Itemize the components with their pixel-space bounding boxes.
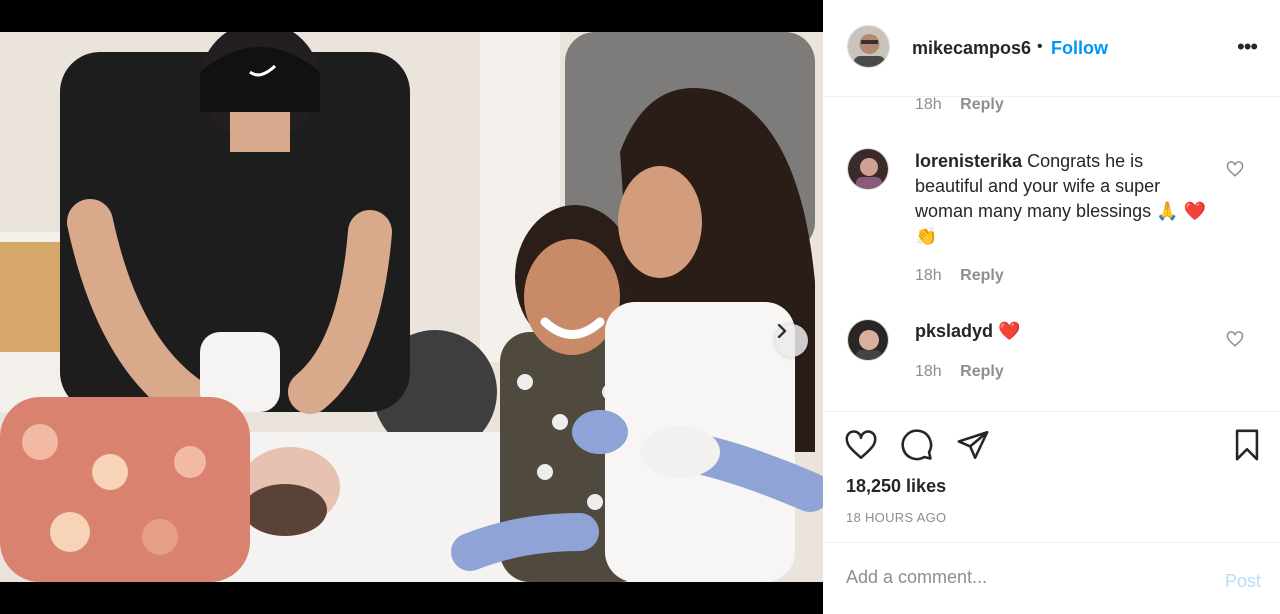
comment-body: pksladyd ❤️: [915, 319, 1215, 344]
post-viewer: mikecampos6 • Follow ••• 18h Reply loren…: [0, 0, 1280, 614]
reply-button[interactable]: Reply: [960, 267, 1004, 284]
commenter-avatar[interactable]: [847, 319, 889, 361]
likes-count[interactable]: 18,250 likes: [846, 476, 946, 497]
next-slide-button[interactable]: [775, 324, 808, 357]
post-actions: 18,250 likes 18 HOURS AGO: [823, 411, 1280, 541]
heart-icon[interactable]: [844, 428, 878, 462]
comment-body: lorenisterika Congrats he is beautiful a…: [915, 149, 1215, 249]
comment-time: 18h: [915, 267, 942, 284]
photo-panel: [0, 0, 823, 614]
comment-bubble-icon[interactable]: [900, 428, 934, 462]
post-comment-button[interactable]: Post: [1225, 571, 1261, 592]
post-sidebar: mikecampos6 • Follow ••• 18h Reply loren…: [823, 0, 1280, 614]
post-timestamp[interactable]: 18 HOURS AGO: [846, 510, 946, 525]
commenter-username[interactable]: pksladyd: [915, 321, 993, 341]
bookmark-icon[interactable]: [1230, 428, 1264, 462]
separator-dot: •: [1037, 38, 1043, 55]
reply-button[interactable]: Reply: [960, 96, 1004, 113]
comment-composer: Post: [823, 542, 1280, 614]
comment-text: ❤️: [998, 321, 1021, 341]
comment-meta: 18h Reply: [915, 267, 1004, 285]
like-comment-icon[interactable]: [1226, 330, 1244, 348]
reply-button[interactable]: Reply: [960, 363, 1004, 380]
follow-button[interactable]: Follow: [1051, 38, 1108, 59]
comment-meta: 18h Reply: [915, 96, 1004, 114]
chevron-right-icon: [777, 324, 787, 338]
commenter-username[interactable]: lorenisterika: [915, 151, 1022, 171]
comment-input[interactable]: [846, 567, 1206, 588]
author-username[interactable]: mikecampos6: [912, 38, 1031, 59]
author-avatar[interactable]: [847, 25, 890, 68]
like-comment-icon[interactable]: [1226, 160, 1244, 178]
commenter-avatar[interactable]: [847, 148, 889, 190]
post-header: mikecampos6 • Follow •••: [823, 0, 1280, 97]
more-options-icon[interactable]: •••: [1237, 36, 1263, 58]
comment-meta: 18h Reply: [915, 363, 1004, 381]
photo-illustration: [0, 32, 823, 582]
post-photo[interactable]: [0, 32, 823, 582]
paper-plane-icon[interactable]: [956, 428, 990, 462]
comment-time: 18h: [915, 363, 942, 380]
comment-time: 18h: [915, 96, 942, 113]
